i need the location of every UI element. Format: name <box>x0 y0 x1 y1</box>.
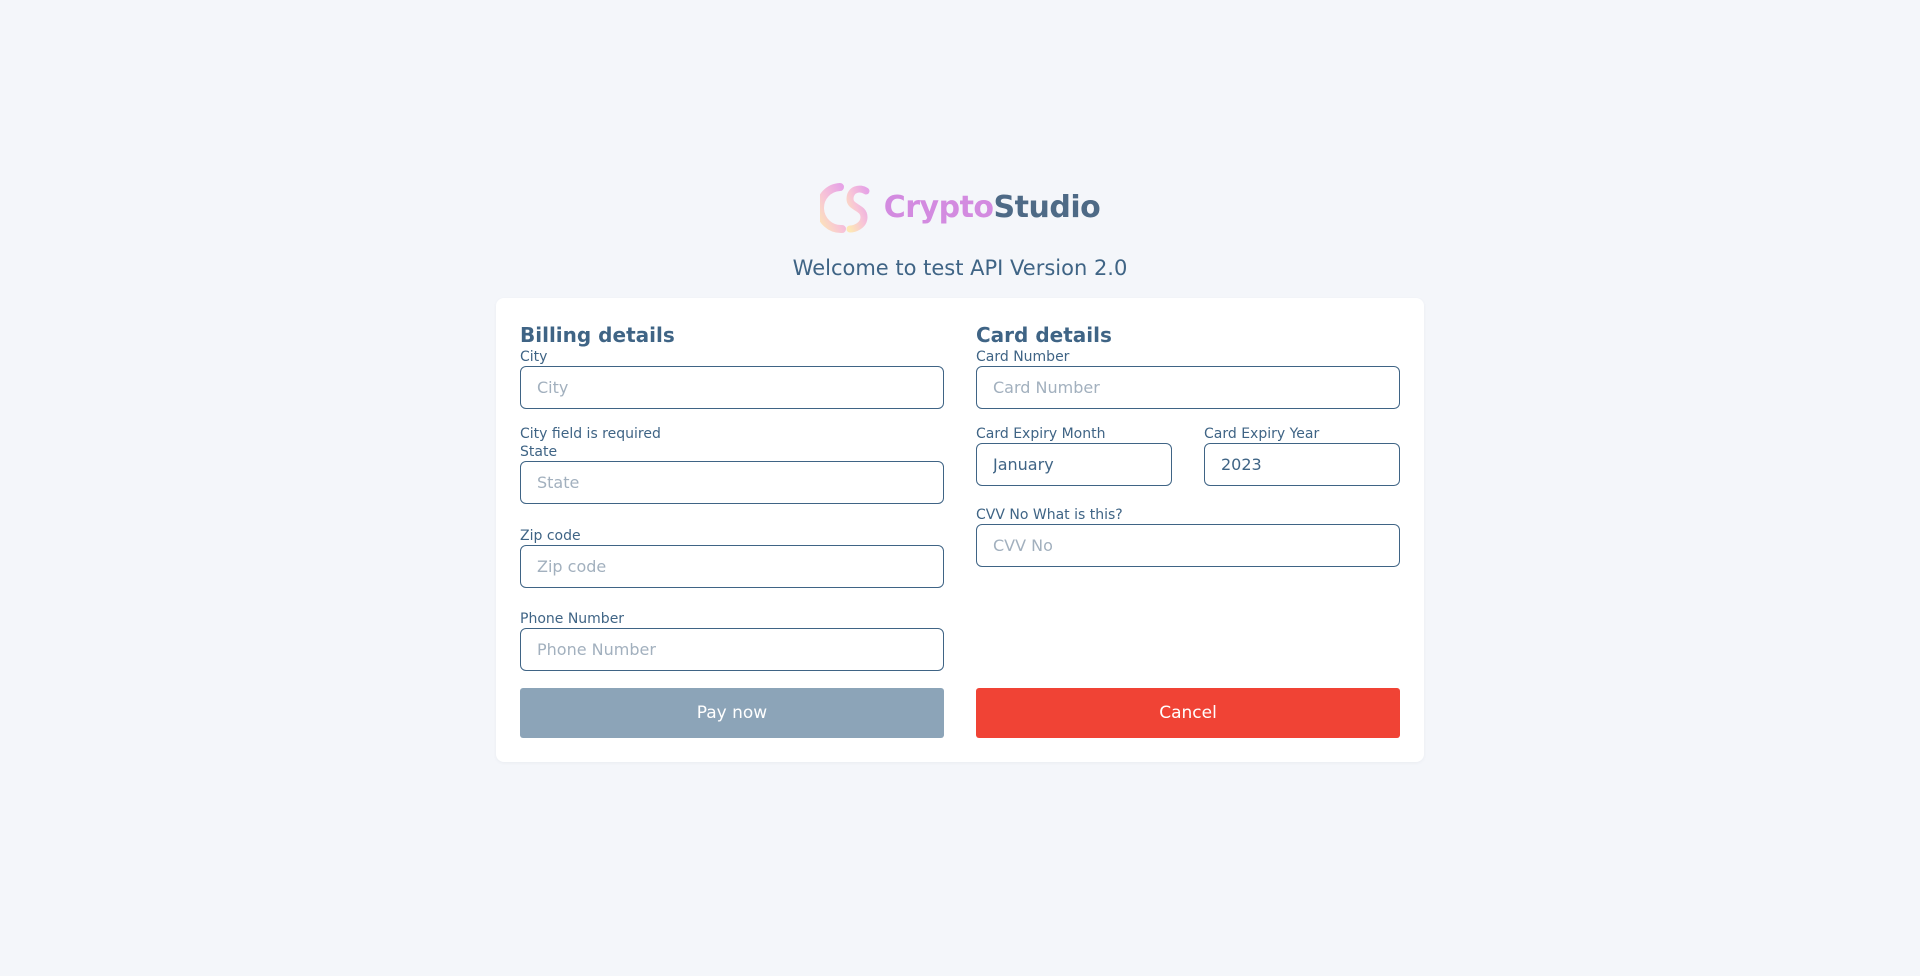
state-input[interactable] <box>520 461 944 504</box>
pay-now-button[interactable]: Pay now <box>520 688 944 738</box>
card-number-input[interactable] <box>976 366 1400 409</box>
phone-number-label: Phone Number <box>520 611 625 627</box>
expiry-year-group: Card Expiry Year <box>1204 425 1400 486</box>
zip-code-label: Zip code <box>520 528 581 544</box>
welcome-heading: Welcome to test API Version 2.0 <box>792 256 1128 280</box>
cancel-button[interactable]: Cancel <box>976 688 1400 738</box>
city-label: City <box>520 349 548 365</box>
card-details-title: Card details <box>976 323 1112 347</box>
city-error-message: City field is required <box>520 426 661 442</box>
billing-details-title: Billing details <box>520 323 675 347</box>
expiry-year-label: Card Expiry Year <box>1204 426 1320 442</box>
brand-logo: CryptoStudio <box>0 180 1920 236</box>
brand-name: CryptoStudio <box>883 190 1101 225</box>
expiry-month-label: Card Expiry Month <box>976 426 1106 442</box>
crypto-studio-logo-icon <box>819 183 870 233</box>
expiry-year-input[interactable] <box>1204 443 1400 486</box>
cvv-label: CVV No What is this? <box>976 507 1123 523</box>
expiry-month-group: Card Expiry Month <box>976 425 1172 486</box>
billing-details-section: Billing details City City field is requi… <box>520 322 944 671</box>
card-details-section: Card details Card Number Card Expiry Mon… <box>976 322 1400 567</box>
phone-number-input[interactable] <box>520 628 944 671</box>
city-input[interactable] <box>520 366 944 409</box>
cvv-input[interactable] <box>976 524 1400 567</box>
state-label: State <box>520 444 558 460</box>
payment-form-card: Billing details City City field is requi… <box>496 298 1424 762</box>
zip-code-input[interactable] <box>520 545 944 588</box>
expiry-month-input[interactable] <box>976 443 1172 486</box>
card-number-label: Card Number <box>976 349 1070 365</box>
card-expiry-row: Card Expiry Month Card Expiry Year <box>976 425 1400 486</box>
